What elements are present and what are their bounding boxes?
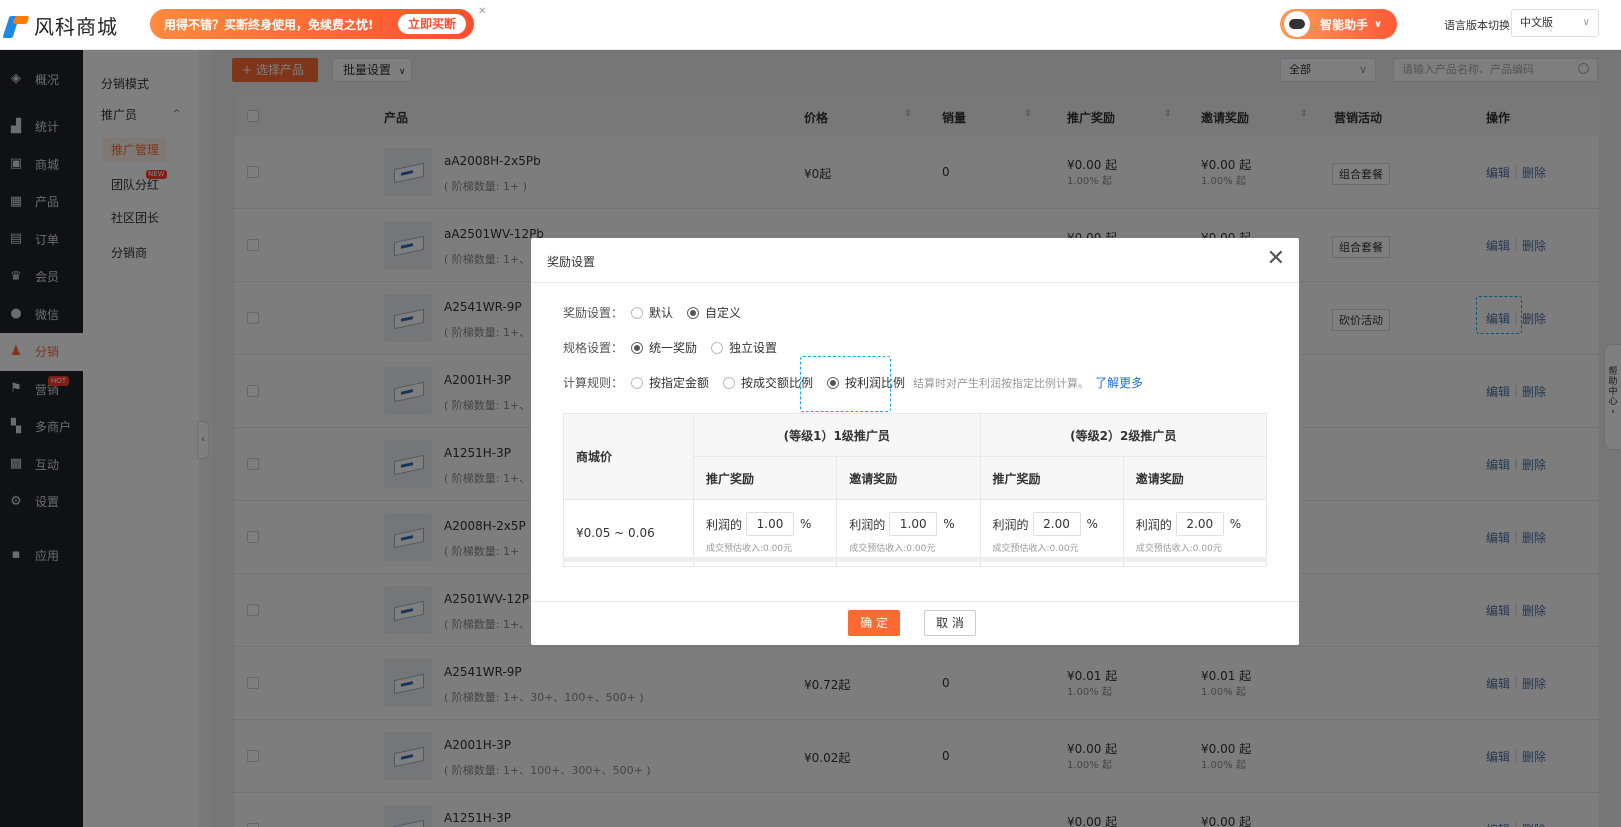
radio-custom[interactable]: 自定义 bbox=[687, 304, 741, 321]
robot-icon bbox=[1284, 11, 1310, 37]
chevron-down-icon: ∨ bbox=[1374, 18, 1383, 30]
percent-sign: % bbox=[1086, 517, 1098, 531]
radio-checked-icon bbox=[687, 306, 700, 319]
ratio-input-l1-invite[interactable]: 1.00 bbox=[889, 512, 938, 536]
spec-setting-label: 规格设置： bbox=[563, 341, 624, 355]
learn-more-link[interactable]: 了解更多 bbox=[1095, 374, 1143, 391]
ratio-input-l1-promo[interactable]: 1.00 bbox=[746, 512, 795, 536]
radio-label: 自定义 bbox=[705, 306, 742, 320]
assistant-button[interactable]: 智能助手 ∨ bbox=[1280, 9, 1397, 39]
calc-rule-label: 计算规则： bbox=[563, 376, 624, 390]
dialog-title: 奖励设置 bbox=[547, 255, 596, 269]
rule-hint: 结算时对产生利润按指定比例计算。 bbox=[913, 376, 1090, 390]
radio-label: 默认 bbox=[649, 306, 674, 320]
ratio-input-l2-invite[interactable]: 2.00 bbox=[1175, 512, 1224, 536]
percent-sign: % bbox=[943, 517, 955, 531]
percent-sign: % bbox=[1229, 517, 1242, 531]
dialog-header: 奖励设置 ✕ bbox=[531, 238, 1299, 283]
radio-icon bbox=[631, 376, 644, 389]
logo-mark-icon bbox=[2, 12, 30, 38]
radio-label: 统一奖励 bbox=[649, 341, 698, 355]
assistant-label: 智能助手 bbox=[1320, 17, 1369, 32]
header-l2-invite: 邀请奖励 bbox=[1122, 456, 1268, 500]
radio-checked-icon bbox=[631, 341, 644, 354]
header-level1: (等级1）1级推广员 bbox=[693, 413, 981, 457]
estimate-text: 成交预估收入:0.00元 bbox=[1135, 544, 1222, 554]
radio-label: 按指定金额 bbox=[649, 376, 710, 390]
reward-table: 商城价 (等级1）1级推广员 (等级2）2级推广员 推广奖励 邀请奖励 推广奖励… bbox=[563, 413, 1268, 567]
radio-separate[interactable]: 独立设置 bbox=[711, 339, 777, 356]
reward-setting-row: 奖励设置： 默认 自定义 bbox=[563, 304, 755, 321]
radio-icon bbox=[711, 341, 724, 354]
spec-setting-row: 规格设置： 统一奖励 独立设置 bbox=[563, 339, 791, 356]
reward-setting-label: 奖励设置： bbox=[563, 306, 624, 320]
radio-icon bbox=[723, 376, 736, 389]
confirm-button[interactable]: 确 定 bbox=[848, 610, 900, 636]
profit-prefix: 利润的 bbox=[706, 517, 743, 532]
focus-highlight bbox=[800, 356, 891, 412]
estimate-text: 成交预估收入:0.00元 bbox=[992, 544, 1079, 554]
radio-label: 独立设置 bbox=[729, 341, 778, 355]
ratio-input-l2-promo[interactable]: 2.00 bbox=[1032, 512, 1081, 536]
language-select[interactable]: 中文版 ∨ bbox=[1511, 9, 1599, 37]
dialog-footer: 确 定 取 消 bbox=[531, 601, 1299, 645]
logo-text: 风科商城 bbox=[34, 14, 118, 39]
promo-text: 用得不错？买断终身使用，免续费之忧! bbox=[164, 17, 374, 32]
estimate-text: 成交预估收入:0.00元 bbox=[706, 544, 793, 554]
close-icon[interactable]: ✕ bbox=[1267, 247, 1285, 271]
language-label: 语言版本切换： bbox=[1444, 19, 1521, 32]
estimate-text: 成交预估收入:0.00元 bbox=[849, 544, 936, 554]
radio-fixed-amount[interactable]: 按指定金额 bbox=[631, 374, 709, 391]
radio-unified[interactable]: 统一奖励 bbox=[631, 339, 697, 356]
header-mall-price: 商城价 bbox=[563, 413, 694, 500]
profit-prefix: 利润的 bbox=[849, 517, 886, 532]
language-value: 中文版 bbox=[1520, 16, 1553, 29]
reward-settings-dialog: 奖励设置 ✕ 奖励设置： 默认 自定义 规格设置： 统一奖励 独立设置 计算规则… bbox=[531, 238, 1299, 645]
chevron-down-icon: ∨ bbox=[1582, 17, 1590, 28]
table-scrollbar[interactable] bbox=[563, 557, 1267, 562]
profit-prefix: 利润的 bbox=[992, 517, 1029, 532]
header-level2: (等级2）2级推广员 bbox=[979, 413, 1267, 457]
cancel-button[interactable]: 取 消 bbox=[924, 610, 976, 636]
promo-close-icon[interactable]: ✕ bbox=[478, 6, 486, 17]
header-l1-invite: 邀请奖励 bbox=[836, 456, 981, 500]
profit-prefix: 利润的 bbox=[1135, 517, 1172, 532]
radio-icon bbox=[631, 306, 644, 319]
header-l1-promo: 推广奖励 bbox=[692, 456, 838, 500]
promo-banner[interactable]: 用得不错？买断终身使用，免续费之忧! 立即买断 bbox=[150, 9, 474, 39]
percent-sign: % bbox=[800, 517, 812, 531]
top-bar: 风科商城 用得不错？买断终身使用，免续费之忧! 立即买断 ✕ 智能助手 ∨ 语言… bbox=[0, 0, 1621, 50]
radio-default[interactable]: 默认 bbox=[631, 304, 673, 321]
buyout-button[interactable]: 立即买断 bbox=[397, 14, 466, 34]
logo[interactable]: 风科商城 bbox=[2, 10, 118, 40]
header-l2-promo: 推广奖励 bbox=[979, 456, 1124, 500]
